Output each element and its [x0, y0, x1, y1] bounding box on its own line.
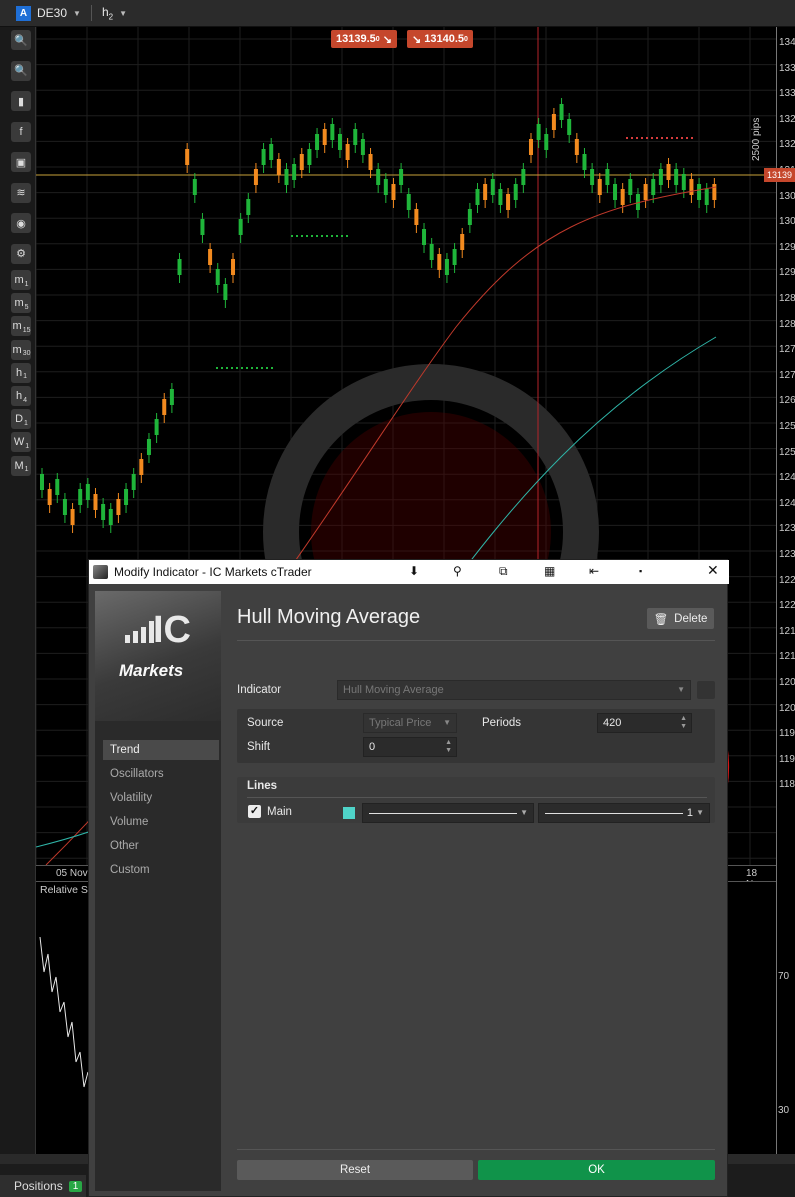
back-icon[interactable]: ⇤ [589, 564, 599, 578]
chevron-down-icon: ▼ [520, 808, 528, 817]
main-line-label: Main [267, 806, 292, 818]
dialog-titlebar[interactable]: Modify Indicator - IC Markets cTrader ⬇ … [89, 560, 729, 584]
close-icon[interactable]: ✕ [707, 562, 719, 579]
main-color-swatch[interactable] [343, 807, 355, 819]
indicator-settings: Hull Moving Average 🗑 Delete Indicator Hu… [237, 591, 715, 1191]
ctrader-app-icon [93, 565, 108, 579]
category-item-custom[interactable]: Custom [103, 860, 219, 880]
source-select[interactable]: Typical Price ▼ [363, 713, 457, 733]
category-item-other[interactable]: Other [103, 836, 219, 856]
indicator-category-sidebar: IC Markets Trend Oscillators Volatility Vol… [95, 591, 221, 1191]
ic-markets-logo: IC Markets [95, 591, 221, 721]
indicator-heading: Hull Moving Average [237, 606, 421, 628]
lines-label: Lines [247, 780, 278, 792]
divider [237, 1149, 715, 1150]
ok-button[interactable]: OK [478, 1160, 715, 1180]
pin-icon[interactable]: ⬇ [409, 564, 419, 578]
shift-label: Shift [247, 741, 271, 753]
chevron-down-icon: ▼ [677, 685, 685, 694]
delete-label: Delete [674, 612, 708, 625]
parameters-panel: Source Typical Price ▼ Periods 420 ▲ ▼ Shif… [237, 709, 715, 763]
category-item-volume[interactable]: Volume [103, 812, 219, 832]
periods-label: Periods [482, 717, 521, 729]
minimize-icon[interactable]: ▪ [639, 566, 642, 576]
grid-icon[interactable]: ▦ [544, 564, 555, 578]
reset-button[interactable]: Reset [237, 1160, 473, 1180]
monitor-icon[interactable]: ⧉ [499, 564, 508, 579]
lines-panel: Lines ✓ Main ▼ 1 ▼ [237, 777, 715, 823]
periods-input[interactable]: 420 ▲ ▼ [597, 713, 692, 733]
category-item-volatility[interactable]: Volatility [103, 788, 219, 808]
line-style-select[interactable]: ▼ [362, 803, 534, 823]
camera-icon[interactable] [697, 681, 715, 699]
dialog-title: Modify Indicator - IC Markets cTrader [114, 565, 312, 579]
shift-input[interactable]: 0 ▲ ▼ [363, 737, 457, 757]
main-line-checkbox[interactable]: ✓ [248, 805, 261, 818]
indicator-label: Indicator [237, 684, 282, 696]
trash-icon: 🗑 [653, 613, 669, 626]
ctrader-window: A DE30 ▼ h2 ▼ 🔍 🔍 ▮ f ▣ ≋ ◉ ⚙ m 1 m 5 m 15 m 30 h 1 h 4 D 1 W 1… [0, 0, 795, 1197]
modify-indicator-dialog: Modify Indicator - IC Markets cTrader ⬇ … [88, 559, 729, 1197]
delete-button[interactable]: 🗑 Delete [647, 608, 714, 629]
category-item-trend[interactable]: Trend [103, 740, 219, 760]
logo-ic-text: IC [153, 609, 191, 651]
shift-stepper-icon[interactable]: ▲ ▼ [445, 739, 452, 755]
divider [247, 797, 707, 798]
category-item-oscillators[interactable]: Oscillators [103, 764, 219, 784]
tree-icon[interactable]: ⚲ [453, 564, 462, 578]
line-thickness-select[interactable]: 1 ▼ [538, 803, 710, 823]
logo-markets-text: Markets [119, 661, 184, 680]
divider [237, 640, 715, 641]
chevron-down-icon: ▼ [443, 718, 451, 727]
chevron-down-icon: ▼ [696, 808, 704, 817]
indicator-select[interactable]: Hull Moving Average ▼ [337, 680, 691, 700]
source-label: Source [247, 717, 284, 729]
periods-stepper-icon[interactable]: ▲ ▼ [680, 715, 687, 731]
